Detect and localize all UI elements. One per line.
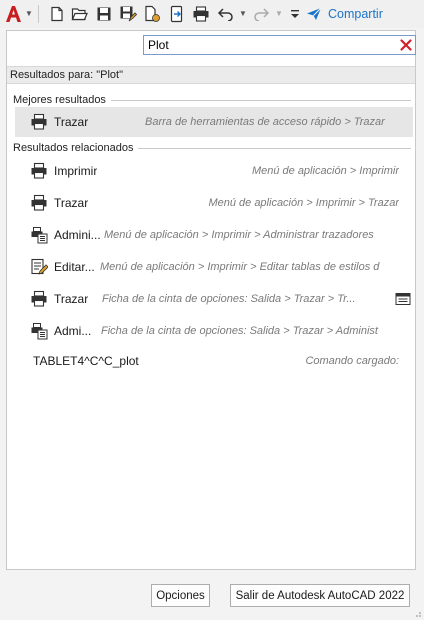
autocad-app-icon[interactable] — [3, 4, 23, 24]
result-label: Trazar — [54, 196, 89, 210]
result-label: Imprimir — [54, 164, 98, 178]
related-results-title: Resultados relacionados — [13, 142, 134, 154]
result-label: Trazar — [54, 292, 89, 306]
related-item-administrar-trazadores[interactable]: Admini... Menú de aplicación > Imprimir … — [15, 220, 413, 250]
section-divider — [138, 148, 411, 149]
undo-dropdown-icon[interactable]: ▼ — [239, 9, 247, 18]
search-input-value: Plot — [148, 38, 169, 52]
printer-icon — [31, 194, 47, 211]
section-divider — [110, 100, 411, 101]
related-item-imprimir[interactable]: Imprimir Menú de aplicación > Imprimir — [15, 156, 413, 186]
related-item-editar-tablas[interactable]: Editar... Menú de aplicación > Imprimir … — [15, 252, 413, 282]
app-menu-dropdown-icon[interactable]: ▼ — [25, 9, 33, 18]
result-path: Menú de aplicación > Imprimir > Editar t… — [100, 261, 380, 273]
redo-icon[interactable] — [252, 5, 270, 23]
share-button[interactable]: Compartir — [306, 5, 383, 23]
result-label: Admi... — [54, 324, 92, 338]
new-icon[interactable] — [48, 5, 66, 23]
save-as-icon[interactable] — [119, 5, 137, 23]
result-label: Editar... — [54, 260, 95, 274]
resize-grip-icon[interactable] — [412, 608, 422, 618]
result-label: TABLET4^C^C_plot — [33, 354, 139, 368]
save-to-web-icon[interactable] — [168, 5, 186, 23]
exit-autocad-button[interactable]: Salir de Autodesk AutoCAD 2022 — [230, 584, 410, 607]
result-path: Menú de aplicación > Imprimir — [251, 165, 399, 177]
related-item-tablet-command[interactable]: TABLET4^C^C_plot Comando cargado: — [15, 346, 413, 376]
related-item-administrar-ribbon[interactable]: Admi... Ficha de la cinta de opciones: S… — [15, 316, 413, 346]
toolbar-separator — [38, 5, 39, 23]
open-from-web-icon[interactable] — [143, 5, 161, 23]
edit-plot-styles-icon — [31, 258, 48, 275]
related-item-trazar[interactable]: Trazar Menú de aplicación > Imprimir > T… — [15, 188, 413, 218]
options-button[interactable]: Opciones — [151, 584, 210, 607]
customize-qat-icon[interactable] — [286, 5, 304, 23]
best-results-title: Mejores resultados — [13, 94, 106, 106]
plotter-manager-icon — [31, 227, 48, 244]
redo-dropdown-icon[interactable]: ▼ — [275, 9, 283, 18]
best-results-header: Mejores resultados — [13, 93, 411, 107]
result-path: Menú de aplicación > Imprimir > Trazar — [208, 197, 399, 209]
plot-icon[interactable] — [192, 5, 210, 23]
undo-icon[interactable] — [217, 5, 235, 23]
printer-icon — [31, 162, 47, 179]
result-label: Admini... — [54, 228, 101, 242]
clear-search-icon[interactable] — [399, 38, 413, 52]
related-results-header: Resultados relacionados — [13, 141, 411, 155]
ribbon-panel-icon — [395, 293, 411, 305]
related-item-trazar-ribbon[interactable]: Trazar Ficha de la cinta de opciones: Sa… — [15, 284, 413, 314]
result-path: Barra de herramientas de acceso rápido >… — [145, 116, 385, 128]
plotter-manager-icon — [31, 323, 48, 340]
search-input[interactable]: Plot — [143, 35, 416, 55]
quick-access-toolbar: ▼ ▼ ▼ Compartir — [0, 0, 424, 28]
results-header: Resultados para: "Plot" — [7, 66, 415, 84]
printer-icon — [31, 290, 47, 307]
share-label: Compartir — [328, 7, 383, 21]
result-path: Ficha de la cinta de opciones: Salida > … — [102, 293, 356, 305]
result-label: Trazar — [54, 115, 89, 129]
save-icon[interactable] — [95, 5, 113, 23]
result-path: Ficha de la cinta de opciones: Salida > … — [101, 325, 378, 337]
best-result-item-trazar[interactable]: Trazar Barra de herramientas de acceso r… — [15, 107, 413, 137]
share-icon — [307, 7, 322, 20]
result-path: Menú de aplicación > Imprimir > Administ… — [104, 229, 374, 241]
open-icon[interactable] — [70, 5, 88, 23]
printer-icon — [31, 113, 47, 130]
result-path: Comando cargado: — [305, 355, 399, 367]
